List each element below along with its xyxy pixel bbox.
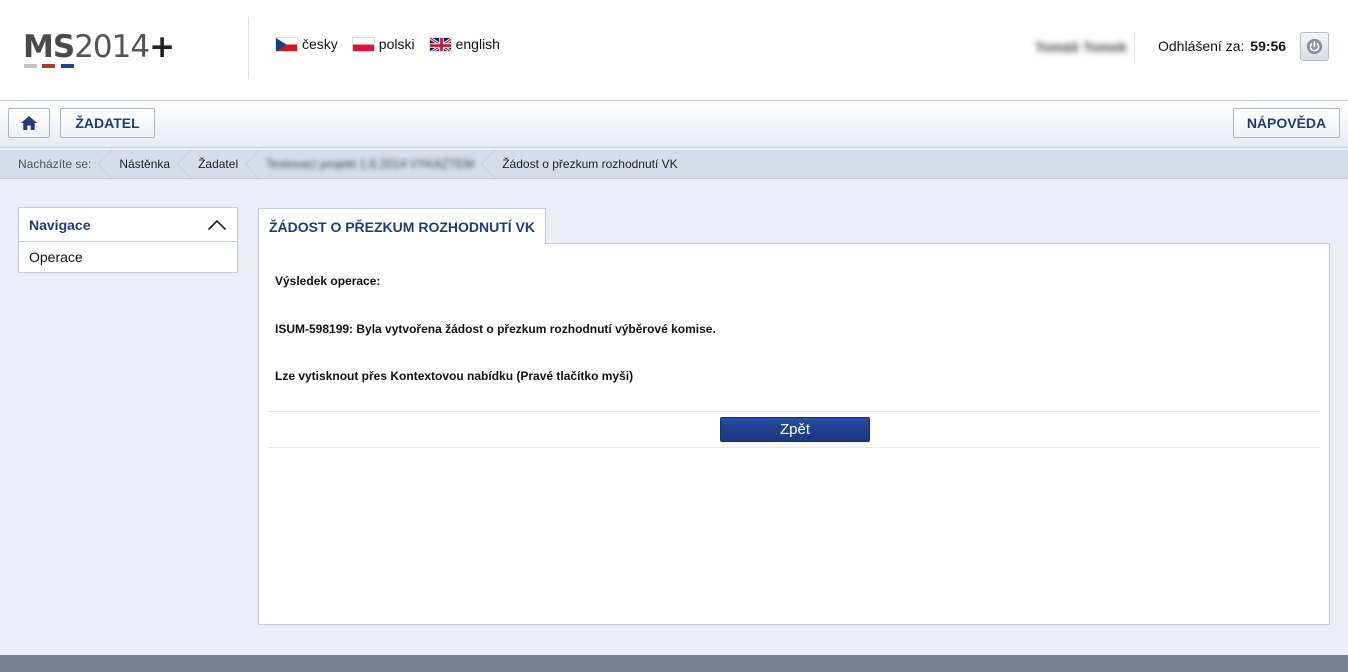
divider-bottom: [269, 447, 1319, 448]
logout-button[interactable]: [1300, 32, 1329, 61]
navigation-panel: Navigace Operace: [18, 207, 238, 273]
navigation-title: Navigace: [29, 216, 91, 233]
print-hint: Lze vytisknout přes Kontextovou nabídku …: [275, 369, 634, 383]
power-icon: [1306, 38, 1323, 55]
back-button[interactable]: Zpět: [720, 417, 870, 442]
breadcrumb-item-nastenka[interactable]: Nástěnka: [105, 149, 191, 179]
navigation-header[interactable]: Navigace: [19, 208, 237, 242]
divider-top: [269, 411, 1319, 412]
page-footer: [0, 655, 1348, 672]
polish-flag-icon: [351, 36, 375, 52]
logo-color-bars: [24, 64, 76, 68]
ms2014-logo[interactable]: MS2014+: [23, 29, 175, 68]
uk-flag-icon: [428, 36, 452, 52]
user-name[interactable]: Tomáš Tomek: [1035, 39, 1127, 55]
breadcrumb-item-current: Žádost o přezkum rozhodnutí VK: [502, 157, 678, 171]
help-button[interactable]: NÁPOVĚDA: [1233, 108, 1340, 138]
header-divider: [248, 17, 249, 79]
language-english[interactable]: english: [428, 36, 500, 52]
language-polish[interactable]: polski: [351, 36, 415, 52]
home-button[interactable]: [8, 108, 50, 138]
czech-flag-icon: [275, 36, 298, 52]
breadcrumb-prefix: Nacházíte se:: [0, 149, 113, 179]
breadcrumb-item-project[interactable]: Testovací projekt 1.6.2014 VYKAZTEM: [252, 149, 496, 179]
zadatel-button[interactable]: ŽADATEL: [60, 108, 155, 138]
logout-countdown: 59:56: [1250, 38, 1287, 54]
logout-label: Odhlášení za:: [1158, 38, 1245, 54]
header-divider-right: [1134, 32, 1135, 62]
app-header: MS2014+ česky polski english Tomáš Tomek…: [0, 0, 1348, 101]
main-toolbar: ŽADATEL NÁPOVĚDA: [0, 101, 1348, 148]
logo-text: MS2014+: [23, 29, 175, 65]
result-panel: Výsledek operace: ISUM-598199: Byla vytv…: [258, 243, 1330, 625]
language-switcher: česky polski english: [275, 36, 500, 52]
language-czech[interactable]: česky: [275, 36, 338, 52]
breadcrumb-item-zadatel[interactable]: Žadatel: [184, 149, 260, 179]
result-message: ISUM-598199: Byla vytvořena žádost o pře…: [275, 322, 716, 336]
result-label: Výsledek operace:: [275, 274, 381, 288]
navigation-item-operace[interactable]: Operace: [19, 242, 237, 272]
breadcrumb: Nacházíte se: Nástěnka Žadatel Testovací…: [0, 149, 1348, 179]
logout-timer: Odhlášení za: 59:56: [1158, 38, 1286, 54]
chevron-up-icon: [207, 219, 227, 230]
tab-zadost-prezkum[interactable]: ŽÁDOST O PŘEZKUM ROZHODNUTÍ VK: [258, 208, 546, 244]
home-icon: [21, 116, 37, 130]
